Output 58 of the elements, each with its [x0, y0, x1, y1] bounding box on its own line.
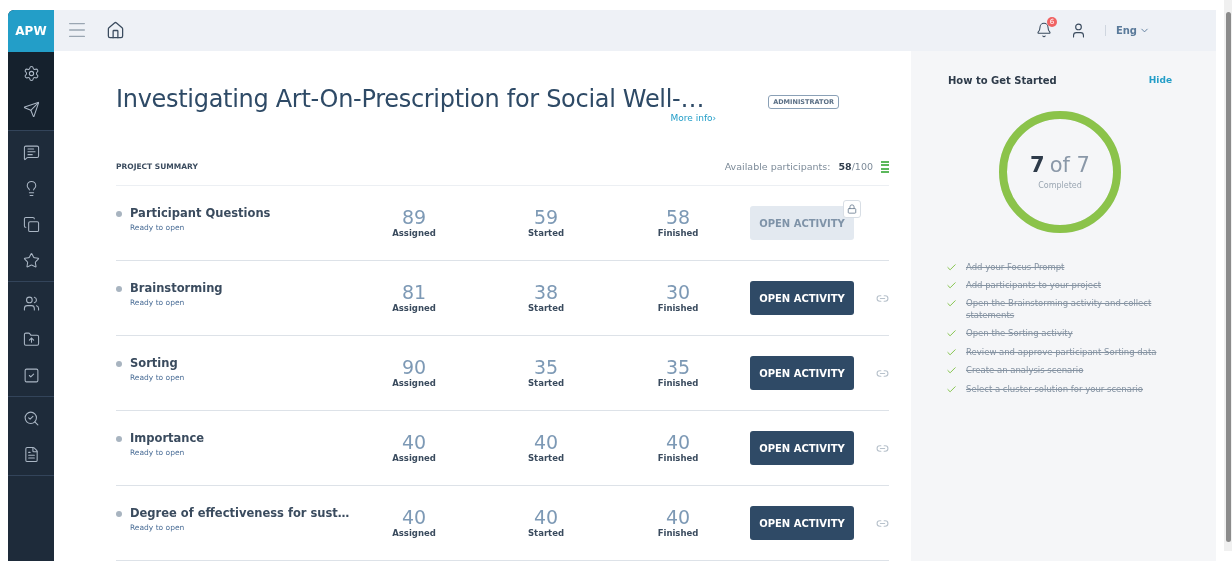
available-count: 58/100 — [838, 161, 873, 173]
progress-count: 7 of 7 — [1030, 153, 1090, 177]
stat-value: 81 — [401, 281, 427, 303]
stat-label: Assigned — [392, 378, 436, 388]
step-text: Open the Brainstorming activity and collect statements — [966, 298, 1153, 322]
open-activity-button[interactable]: OPEN ACTIVITY — [750, 356, 854, 390]
step-text: Add participants to your project — [966, 279, 1101, 292]
stat-label: Assigned — [392, 453, 436, 463]
stat-label: Finished — [657, 228, 699, 238]
progress-caption: Completed — [1038, 181, 1082, 190]
stat-label: Assigned — [392, 303, 436, 313]
step-text: Create an analysis scenario — [966, 365, 1084, 377]
more-info-link[interactable]: More info› — [670, 112, 717, 123]
stat-value: 90 — [401, 356, 427, 378]
project-title: Investigating Art-On-Prescription for Social Well-… — [116, 84, 705, 113]
language-select[interactable]: Eng — [1104, 24, 1150, 36]
step-text: Select a cluster solution for your scenario — [966, 383, 1143, 396]
step-text: Open the Sorting activity — [966, 328, 1073, 340]
stat-value: 40 — [533, 431, 559, 453]
activity-name: Participant Questions — [130, 206, 271, 220]
app-logo[interactable]: APW — [8, 10, 54, 52]
activity-name: Brainstorming — [130, 281, 223, 295]
stat-value: 35 — [533, 356, 559, 378]
open-activity-button[interactable]: OPEN ACTIVITY — [750, 281, 854, 315]
stat-value: 40 — [665, 506, 691, 528]
stat-label: Started — [528, 453, 564, 463]
stat-label: Started — [528, 228, 564, 238]
stat-value: 40 — [401, 506, 427, 528]
stat-label: Started — [528, 303, 564, 313]
step-text: Review and approve participant Sorting data — [966, 346, 1157, 359]
panel-title: How to Get Started — [948, 74, 1057, 86]
activity-name: Importance — [130, 431, 205, 445]
stat-value: 40 — [401, 431, 427, 453]
stat-label: Finished — [657, 378, 699, 388]
stat-label: Started — [528, 378, 564, 388]
stat-label: Assigned — [392, 528, 436, 538]
activity-name: Sorting — [130, 356, 179, 370]
stat-value: 38 — [533, 281, 559, 303]
stat-label: Finished — [657, 528, 699, 538]
home-icon[interactable] — [106, 20, 125, 40]
stat-value: 35 — [665, 356, 691, 378]
stat-value: 89 — [401, 206, 427, 228]
stat-label: Finished — [657, 303, 699, 313]
activity-name: Degree of effectiveness for sust… — [130, 506, 350, 520]
open-activity-button[interactable]: OPEN ACTIVITY — [750, 506, 854, 540]
hide-link[interactable]: Hide — [1148, 75, 1172, 85]
available-label: Available participants: — [724, 161, 831, 173]
step-text: Add your Focus Prompt — [966, 261, 1065, 273]
open-activity-button[interactable]: OPEN ACTIVITY — [750, 431, 854, 465]
stat-label: Finished — [657, 453, 699, 463]
stat-value: 40 — [665, 431, 691, 453]
stat-value: 59 — [533, 206, 559, 228]
stat-value: 58 — [665, 206, 691, 228]
stat-label: Started — [528, 528, 564, 538]
bell-icon[interactable] — [1035, 22, 1052, 39]
stat-label: Assigned — [392, 228, 436, 238]
stat-value: 30 — [665, 281, 691, 303]
stat-value: 40 — [533, 506, 559, 528]
